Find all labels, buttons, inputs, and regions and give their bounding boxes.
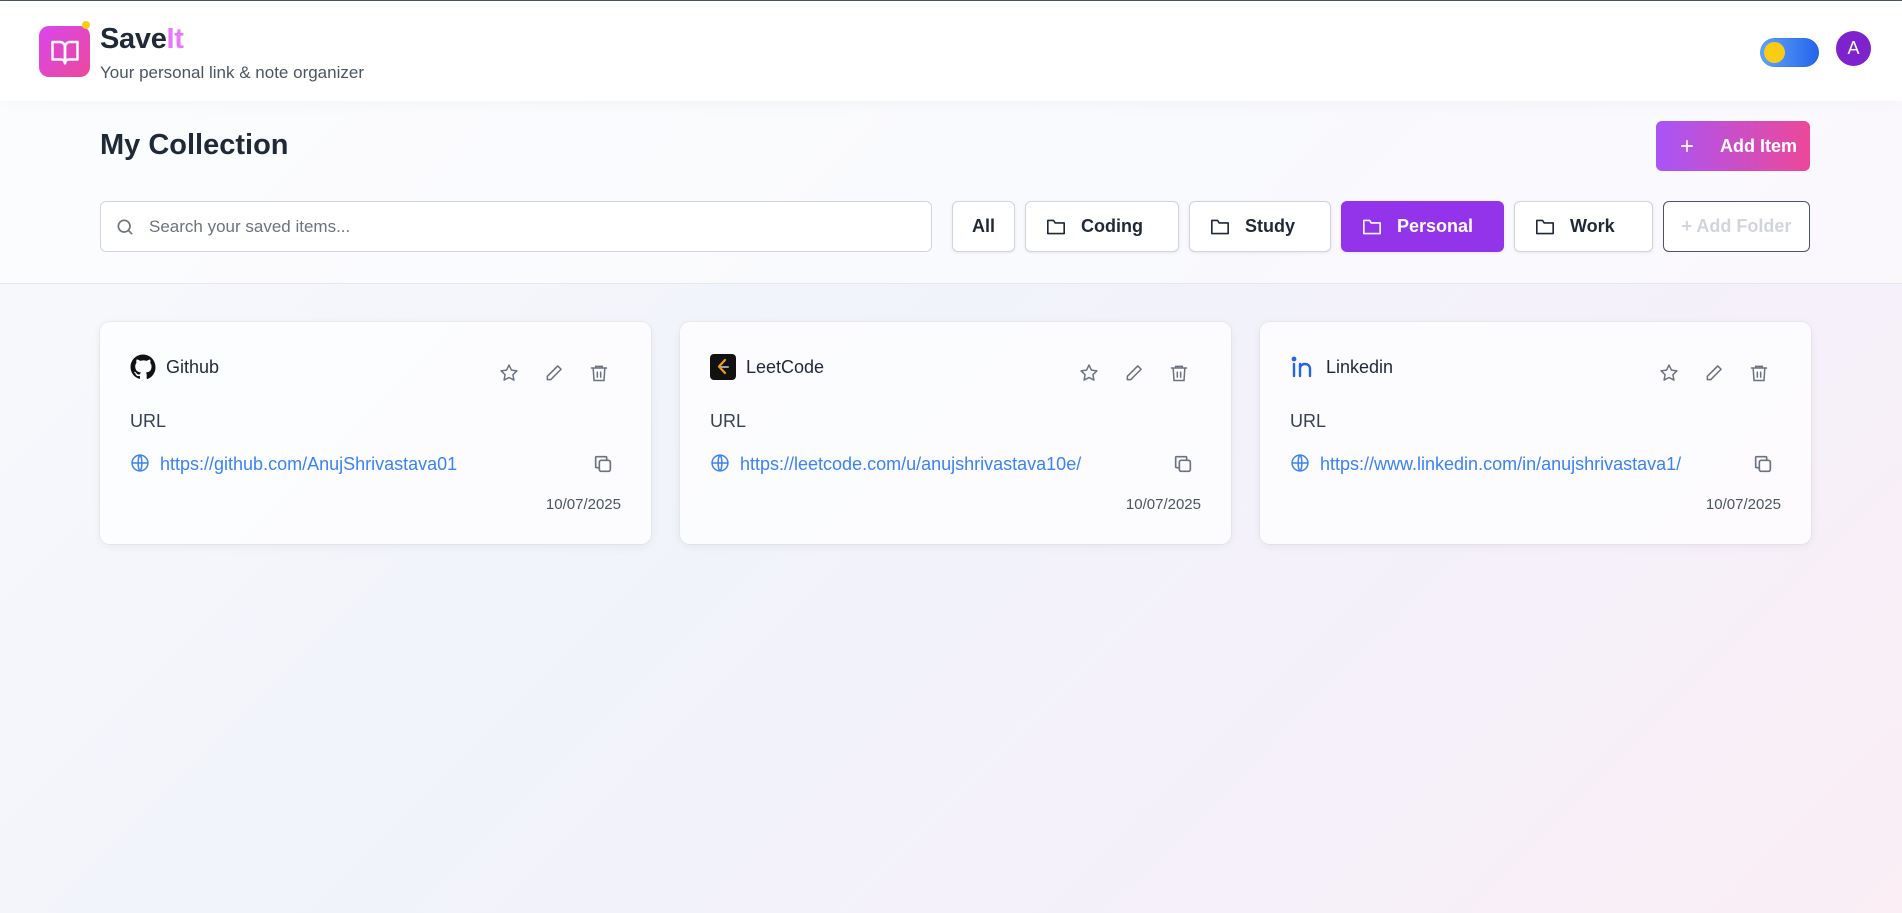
add-folder-button[interactable]: + Add Folder xyxy=(1663,201,1810,252)
star-icon[interactable] xyxy=(1658,362,1680,384)
sun-icon xyxy=(1764,42,1785,63)
filter-label: Coding xyxy=(1081,216,1143,236)
copy-icon[interactable] xyxy=(1752,453,1774,475)
globe-icon xyxy=(1290,453,1310,473)
filter-label: All xyxy=(971,216,995,236)
linkedin-icon xyxy=(1290,354,1316,380)
edit-icon[interactable] xyxy=(1123,362,1145,384)
filter-personal[interactable]: Personal xyxy=(1341,201,1504,252)
item-url[interactable]: https://leetcode.com/u/anujshrivastava10… xyxy=(740,454,1081,475)
leetcode-icon xyxy=(710,354,736,380)
item-url[interactable]: https://www.linkedin.com/in/anujshrivast… xyxy=(1320,454,1681,475)
filter-study[interactable]: Study xyxy=(1189,201,1331,252)
item-date: 10/07/2025 xyxy=(545,496,621,513)
folder-icon xyxy=(1535,218,1555,236)
globe-icon xyxy=(130,453,150,473)
search-box[interactable] xyxy=(100,201,932,252)
tagline: Your personal link & note organizer xyxy=(100,63,364,82)
filter-all[interactable]: All xyxy=(952,201,1015,252)
plus-icon xyxy=(1676,135,1698,157)
folder-icon xyxy=(1210,218,1230,236)
filter-label: Study xyxy=(1245,216,1296,236)
sparkle-icon xyxy=(82,21,90,29)
item-type: URL xyxy=(1290,411,1327,431)
logo[interactable] xyxy=(39,26,90,77)
item-name: Github xyxy=(166,357,220,377)
copy-icon[interactable] xyxy=(592,453,614,475)
page-title: My Collection xyxy=(100,129,289,161)
item-card[interactable]: Github URL https://github.com/AnujShriva… xyxy=(100,322,651,544)
item-name: Linkedin xyxy=(1326,357,1394,377)
theme-toggle[interactable] xyxy=(1760,38,1819,67)
item-type: URL xyxy=(710,411,747,431)
edit-icon[interactable] xyxy=(1703,362,1725,384)
avatar[interactable]: A xyxy=(1836,31,1871,66)
item-name: LeetCode xyxy=(746,357,825,377)
item-card[interactable]: LeetCode URL https://leetcode.com/u/anuj… xyxy=(680,322,1231,544)
filter-work[interactable]: Work xyxy=(1514,201,1653,252)
item-url[interactable]: https://github.com/AnujShrivastava01 xyxy=(160,454,457,475)
book-open-icon xyxy=(50,40,79,64)
globe-icon xyxy=(710,453,730,473)
github-icon xyxy=(130,354,156,380)
search-input[interactable] xyxy=(149,202,919,251)
trash-icon[interactable] xyxy=(588,362,610,384)
copy-icon[interactable] xyxy=(1172,453,1194,475)
brand-name: SaveIt xyxy=(100,23,184,55)
item-date: 10/07/2025 xyxy=(1705,496,1781,513)
folder-icon xyxy=(1362,218,1382,236)
filter-label: Work xyxy=(1570,216,1615,236)
item-card[interactable]: Linkedin URL https://www.linkedin.com/in… xyxy=(1260,322,1811,544)
trash-icon[interactable] xyxy=(1748,362,1770,384)
filter-label: Personal xyxy=(1397,216,1474,236)
add-item-button[interactable]: Add Item xyxy=(1656,121,1810,171)
trash-icon[interactable] xyxy=(1168,362,1190,384)
app-header: SaveIt Your personal link & note organiz… xyxy=(0,1,1902,101)
star-icon[interactable] xyxy=(498,362,520,384)
search-icon xyxy=(115,217,135,242)
add-item-label: Add Item xyxy=(1720,135,1798,156)
item-date: 10/07/2025 xyxy=(1125,496,1201,513)
filter-coding[interactable]: Coding xyxy=(1025,201,1179,252)
edit-icon[interactable] xyxy=(543,362,565,384)
folder-icon xyxy=(1046,218,1066,236)
item-type: URL xyxy=(130,411,167,431)
star-icon[interactable] xyxy=(1078,362,1100,384)
